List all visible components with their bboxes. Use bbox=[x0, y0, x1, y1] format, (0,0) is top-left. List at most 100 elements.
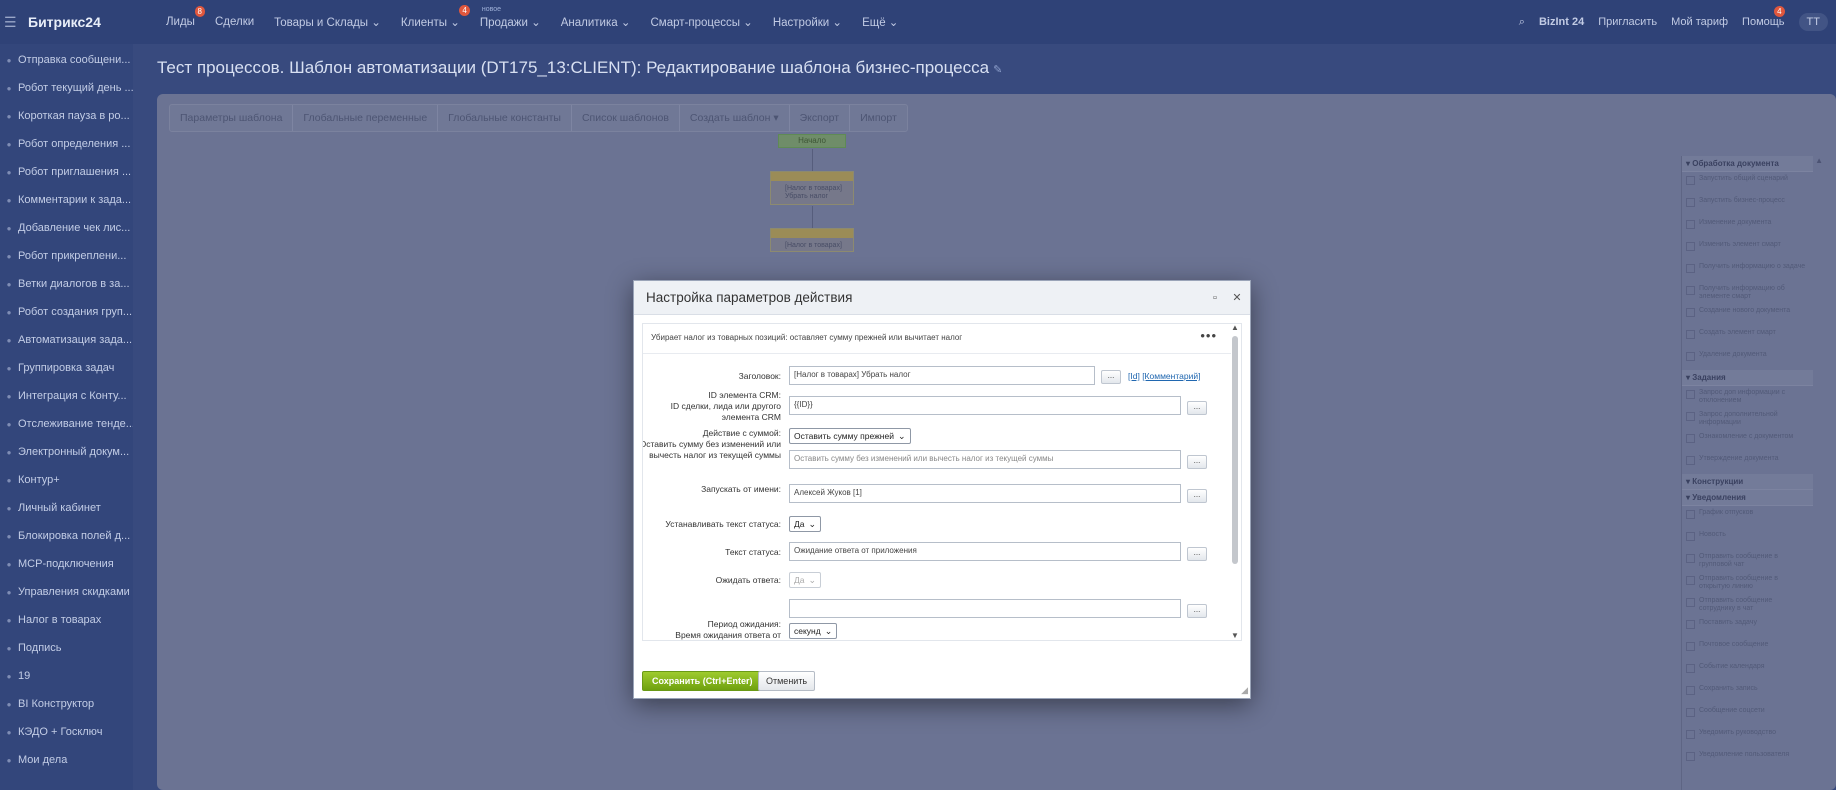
panel-activity-item[interactable]: Запрос доп информации с отклонением bbox=[1682, 386, 1813, 408]
id-link[interactable]: [Id] bbox=[1128, 371, 1140, 381]
panel-activity-item[interactable]: Запустить бизнес-процесс bbox=[1682, 194, 1813, 216]
panel-activity-item[interactable]: Утверждение документа bbox=[1682, 452, 1813, 474]
save-button[interactable]: Сохранить (Ctrl+Enter) bbox=[642, 671, 763, 691]
wait-period-input[interactable] bbox=[789, 599, 1181, 618]
panel-activity-item[interactable]: Новость bbox=[1682, 528, 1813, 550]
nav-item[interactable]: Лиды 8 bbox=[156, 6, 205, 28]
sidebar-item[interactable]: ● Отправка сообщени... bbox=[0, 46, 133, 74]
sidebar-item[interactable]: ● Добавление чек лис... bbox=[0, 214, 133, 242]
designer-tab[interactable]: Список шаблонов bbox=[572, 105, 680, 131]
nav-item[interactable]: Сделки bbox=[205, 16, 264, 28]
sidebar-item[interactable]: ● МСР-подключения bbox=[0, 550, 133, 578]
status-text-dots-button[interactable]: ... bbox=[1187, 547, 1207, 561]
panel-activity-item[interactable]: Событие календаря bbox=[1682, 660, 1813, 682]
search-icon[interactable]: ⌕ bbox=[1519, 16, 1525, 29]
panel-activity-item[interactable]: Отправить сообщение в групповой чат bbox=[1682, 550, 1813, 572]
panel-activity-item[interactable]: Уведомить руководство bbox=[1682, 726, 1813, 748]
nav-item[interactable]: Смарт-процессы ⌄ bbox=[641, 15, 763, 29]
nav-item[interactable]: Ещё ⌄ bbox=[852, 15, 908, 29]
tariff-link[interactable]: Мой тариф bbox=[1671, 16, 1728, 28]
sidebar-item[interactable]: ● Комментарии к зада... bbox=[0, 186, 133, 214]
sidebar-item[interactable]: ● Интеграция с Конту... bbox=[0, 382, 133, 410]
scroll-up-icon[interactable]: ▲ bbox=[1815, 156, 1823, 165]
invite-button[interactable]: Пригласить bbox=[1598, 16, 1657, 28]
scroll-down-icon[interactable]: ▼ bbox=[1231, 631, 1239, 640]
status-text-input[interactable]: Ожидание ответа от приложения bbox=[789, 542, 1181, 561]
sidebar-item[interactable]: ● Налог в товарах bbox=[0, 606, 133, 634]
sidebar-item[interactable]: ● Блокировка полей д... bbox=[0, 522, 133, 550]
sidebar-item[interactable]: ● Ветки диалогов в за... bbox=[0, 270, 133, 298]
panel-section-header[interactable]: ▾ Задания bbox=[1682, 370, 1813, 386]
panel-activity-item[interactable]: Запрос дополнительной информации bbox=[1682, 408, 1813, 430]
panel-section-header[interactable]: ▾ Конструкции bbox=[1682, 474, 1813, 490]
nav-item[interactable]: Товары и Склады ⌄ bbox=[264, 15, 391, 29]
sidebar-item[interactable]: ● BI Конструктор bbox=[0, 690, 133, 718]
nav-item[interactable]: Продажи ⌄ новое bbox=[470, 6, 551, 29]
sum-action-input[interactable]: Оставить сумму без изменений или вычесть… bbox=[789, 450, 1181, 469]
panel-activity-item[interactable]: Получить информацию об элементе смарт bbox=[1682, 282, 1813, 304]
panel-section-header[interactable]: ▾ Уведомления bbox=[1682, 490, 1813, 506]
sidebar-item[interactable]: ● Робот текущий день ... bbox=[0, 74, 133, 102]
panel-activity-item[interactable]: Запустить общий сценарий bbox=[1682, 172, 1813, 194]
panel-activity-item[interactable]: Сохранить запись bbox=[1682, 682, 1813, 704]
panel-activity-item[interactable]: Поставить задачу bbox=[1682, 616, 1813, 638]
panel-activity-item[interactable]: Сообщение соцсети bbox=[1682, 704, 1813, 726]
dialog-scrollbar[interactable]: ▲ ▼ bbox=[1231, 324, 1239, 640]
sum-action-select[interactable]: Оставить сумму прежней ⌄ bbox=[789, 428, 911, 444]
flow-block[interactable]: [Налог в товарах] bbox=[770, 228, 854, 252]
logo[interactable]: Битрикс24 bbox=[28, 14, 156, 30]
help-button[interactable]: Помощь 4 bbox=[1742, 6, 1785, 28]
sidebar-item[interactable]: ● Робот создания груп... bbox=[0, 298, 133, 326]
designer-tab[interactable]: Создать шаблон ▾ bbox=[680, 105, 790, 131]
sidebar-item[interactable]: ● Мои дела bbox=[0, 746, 133, 774]
sidebar-item[interactable]: ● Робот приглашения ... bbox=[0, 158, 133, 186]
panel-activity-item[interactable]: Создание нового документа bbox=[1682, 304, 1813, 326]
title-input[interactable]: [Налог в товарах] Убрать налог bbox=[789, 366, 1095, 385]
panel-activity-item[interactable]: Получить информацию о задаче bbox=[1682, 260, 1813, 282]
panel-activity-item[interactable]: Ознакомление с документом bbox=[1682, 430, 1813, 452]
company-name[interactable]: BizInt 24 bbox=[1539, 16, 1584, 28]
panel-activity-item[interactable]: Отправить сообщение сотруднику в чат bbox=[1682, 594, 1813, 616]
sidebar-item[interactable]: ● Контур+ bbox=[0, 466, 133, 494]
crm-id-input[interactable]: {{ID}} bbox=[789, 396, 1181, 415]
sidebar-item[interactable]: ● Отслеживание тенде... bbox=[0, 410, 133, 438]
comment-link[interactable]: [Комментарий] bbox=[1142, 371, 1200, 381]
sidebar-item[interactable]: ● Робот определения ... bbox=[0, 130, 133, 158]
sidebar-item[interactable]: ● 19 bbox=[0, 662, 133, 690]
run-as-input[interactable]: Алексей Жуков [1] bbox=[789, 484, 1181, 503]
sidebar-item[interactable]: ● Управления скидками bbox=[0, 578, 133, 606]
designer-tab[interactable]: Экспорт bbox=[790, 105, 851, 131]
scroll-thumb[interactable] bbox=[1232, 336, 1238, 564]
sidebar-item[interactable]: ● Робот прикреплени... bbox=[0, 242, 133, 270]
set-status-select[interactable]: Да ⌄ bbox=[789, 516, 822, 532]
sum-action-dots-button[interactable]: ... bbox=[1187, 455, 1207, 469]
run-as-dots-button[interactable]: ... bbox=[1187, 489, 1207, 503]
user-pill[interactable]: ТТ bbox=[1798, 13, 1828, 31]
sidebar-item[interactable]: ● Электронный докум... bbox=[0, 438, 133, 466]
flow-block[interactable]: [Налог в товарах] Убрать налог bbox=[770, 171, 854, 205]
sidebar-item[interactable]: ● Личный кабинет bbox=[0, 494, 133, 522]
scroll-up-icon[interactable]: ▲ bbox=[1231, 324, 1239, 332]
close-icon[interactable]: ✕ bbox=[1228, 291, 1246, 304]
designer-tab[interactable]: Глобальные константы bbox=[438, 105, 572, 131]
maximize-icon[interactable]: ▫ bbox=[1206, 292, 1224, 304]
panel-activity-item[interactable]: Изменение документа bbox=[1682, 216, 1813, 238]
sidebar-item[interactable]: ● Короткая пауза в ро... bbox=[0, 102, 133, 130]
panel-activity-item[interactable]: Создать элемент смарт bbox=[1682, 326, 1813, 348]
wait-period-unit-select[interactable]: секунд ⌄ bbox=[789, 623, 838, 639]
flow-start[interactable]: Начало bbox=[778, 134, 846, 148]
panel-activity-item[interactable]: Удаление документа bbox=[1682, 348, 1813, 370]
pencil-icon[interactable]: ✎ bbox=[993, 64, 1002, 76]
panel-activity-item[interactable]: Изменить элемент смарт bbox=[1682, 238, 1813, 260]
sidebar-item[interactable]: ● КЭДО + Госключ bbox=[0, 718, 133, 746]
sidebar-item[interactable]: ● Группировка задач bbox=[0, 354, 133, 382]
panel-activity-item[interactable]: Почтовое сообщение bbox=[1682, 638, 1813, 660]
designer-tab[interactable]: Импорт bbox=[850, 105, 907, 131]
menu-icon[interactable]: ☰ bbox=[4, 14, 24, 31]
wait-response-select[interactable]: Да ⌄ bbox=[789, 572, 822, 588]
nav-item[interactable]: Клиенты ⌄ 4 bbox=[391, 5, 470, 29]
designer-tab[interactable]: Глобальные переменные bbox=[293, 105, 439, 131]
more-icon[interactable]: ••• bbox=[1200, 328, 1217, 343]
title-dots-button[interactable]: ... bbox=[1101, 370, 1121, 384]
nav-item[interactable]: Аналитика ⌄ bbox=[551, 15, 641, 29]
